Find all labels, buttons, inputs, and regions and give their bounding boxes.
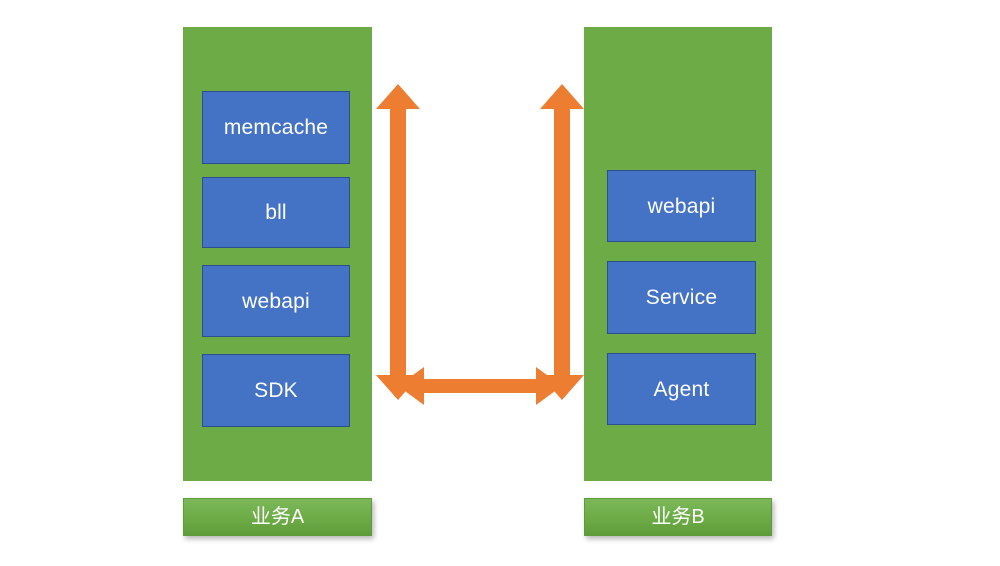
component-box-memcache[interactable]: memcache: [202, 91, 350, 164]
component-label-service: Service: [645, 286, 718, 309]
component-box-sdk[interactable]: SDK: [202, 354, 350, 427]
component-box-bll[interactable]: bll: [202, 177, 350, 248]
business-a-caption-label: 业务A: [250, 506, 305, 528]
double-headed-horizontal-arrow-icon[interactable]: [398, 367, 562, 405]
component-box-service[interactable]: Service: [607, 261, 756, 334]
component-box-webapi-b[interactable]: webapi: [607, 170, 756, 242]
component-label-agent: Agent: [653, 377, 710, 401]
component-label-webapi-a: webapi: [242, 289, 310, 313]
diagram-canvas: memcache bll webapi SDK webapi Service A…: [0, 0, 1000, 566]
component-label-memcache: memcache: [223, 116, 329, 139]
business-b-caption[interactable]: 业务B: [584, 498, 772, 536]
double-headed-vertical-arrow-icon[interactable]: [376, 84, 420, 400]
component-box-webapi-a[interactable]: webapi: [202, 265, 350, 337]
component-label-bll: bll: [265, 201, 287, 224]
component-box-agent[interactable]: Agent: [607, 353, 756, 425]
component-label-sdk: SDK: [254, 379, 298, 402]
business-b-caption-label: 业务B: [651, 506, 705, 528]
business-a-caption[interactable]: 业务A: [183, 498, 372, 536]
component-label-webapi-b: webapi: [647, 194, 716, 218]
double-headed-vertical-arrow-icon[interactable]: [540, 84, 584, 400]
